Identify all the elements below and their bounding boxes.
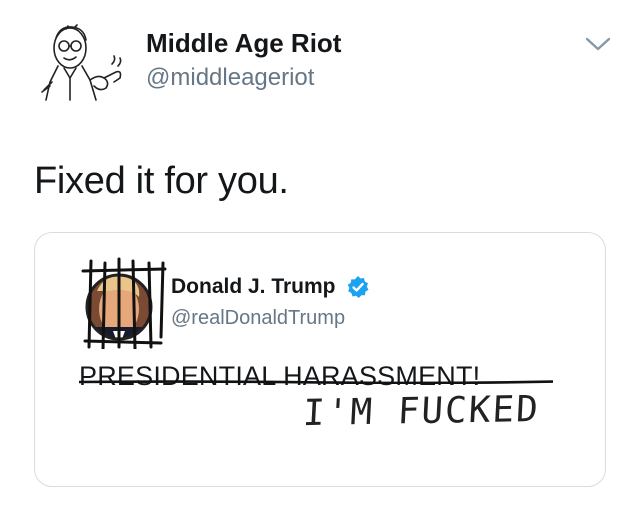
tweet-text: Fixed it for you. [34, 160, 289, 202]
author-name[interactable]: Middle Age Riot [146, 28, 341, 59]
portrait-behind-bars-icon [81, 257, 167, 351]
strikethrough-line [77, 371, 555, 385]
tweet-header: Middle Age Riot @middleageriot [0, 0, 640, 120]
chevron-down-icon[interactable] [584, 34, 612, 54]
avatar[interactable] [40, 20, 130, 104]
quoted-author-handle[interactable]: @realDonaldTrump [171, 307, 345, 330]
struck-through-text: PRESIDENTIAL HARASSMENT! [79, 361, 481, 391]
quoted-tweet-card[interactable]: Donald J. Trump @realDonaldTrump PRESIDE… [34, 232, 606, 487]
quoted-avatar[interactable] [81, 257, 171, 351]
handwritten-text: I'M FUCKED [301, 388, 541, 435]
verified-badge-icon [346, 275, 370, 299]
quoted-author-name[interactable]: Donald J. Trump [171, 275, 336, 299]
vintage-man-pipe-illustration-icon [41, 24, 122, 101]
author-handle[interactable]: @middleageriot [146, 64, 314, 92]
